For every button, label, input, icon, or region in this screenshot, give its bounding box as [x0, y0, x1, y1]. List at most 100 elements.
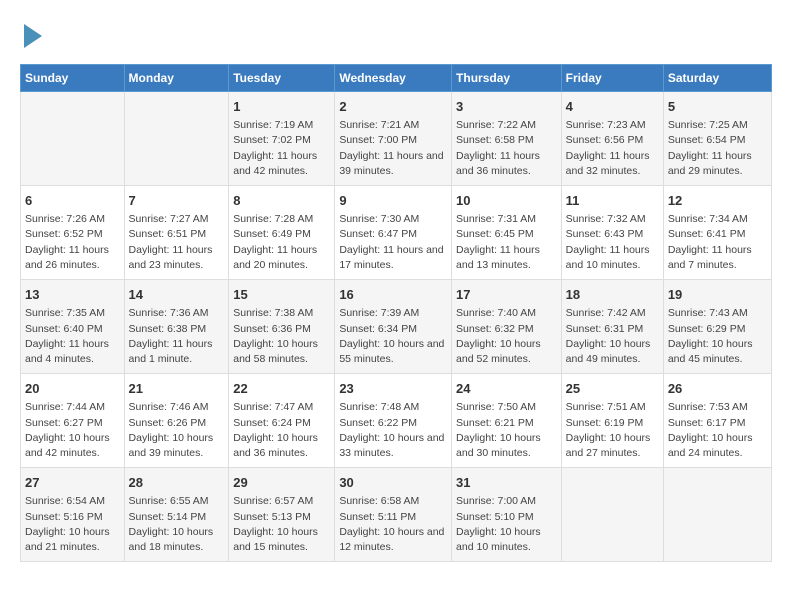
day-info: Sunrise: 7:23 AM Sunset: 6:56 PM Dayligh…	[566, 118, 659, 179]
calendar-cell: 6 Sunrise: 7:26 AM Sunset: 6:52 PM Daylig…	[21, 186, 125, 280]
calendar-cell: 24 Sunrise: 7:50 AM Sunset: 6:21 PM Dayli…	[452, 374, 562, 468]
day-number: 19	[668, 286, 767, 304]
calendar-week-row: 20 Sunrise: 7:44 AM Sunset: 6:27 PM Dayli…	[21, 374, 772, 468]
calendar-cell: 28 Sunrise: 6:55 AM Sunset: 5:14 PM Dayli…	[124, 468, 229, 562]
day-number: 24	[456, 380, 557, 398]
day-info: Sunrise: 7:35 AM Sunset: 6:40 PM Dayligh…	[25, 306, 120, 367]
day-info: Sunrise: 7:39 AM Sunset: 6:34 PM Dayligh…	[339, 306, 447, 367]
calendar-cell: 27Sunrise: 6:54 AM Sunset: 5:16 PM Dayli…	[21, 468, 125, 562]
day-info: Sunrise: 7:00 AM Sunset: 5:10 PM Dayligh…	[456, 494, 557, 555]
day-number: 31	[456, 474, 557, 492]
day-number: 28	[129, 474, 225, 492]
calendar-cell: 29 Sunrise: 6:57 AM Sunset: 5:13 PM Dayli…	[229, 468, 335, 562]
page-header	[20, 20, 772, 48]
calendar-cell	[21, 92, 125, 186]
day-info: Sunrise: 7:31 AM Sunset: 6:45 PM Dayligh…	[456, 212, 557, 273]
calendar-cell: 11 Sunrise: 7:32 AM Sunset: 6:43 PM Dayli…	[561, 186, 663, 280]
day-info: Sunrise: 7:44 AM Sunset: 6:27 PM Dayligh…	[25, 400, 120, 461]
day-number: 13	[25, 286, 120, 304]
day-info: Sunrise: 7:25 AM Sunset: 6:54 PM Dayligh…	[668, 118, 767, 179]
calendar-cell	[124, 92, 229, 186]
calendar-cell: 16 Sunrise: 7:39 AM Sunset: 6:34 PM Dayli…	[335, 280, 452, 374]
day-number: 16	[339, 286, 447, 304]
day-number: 8	[233, 192, 330, 210]
calendar-cell	[663, 468, 771, 562]
calendar-cell: 18Sunrise: 7:42 AM Sunset: 6:31 PM Dayli…	[561, 280, 663, 374]
day-info: Sunrise: 7:36 AM Sunset: 6:38 PM Dayligh…	[129, 306, 225, 367]
day-number: 4	[566, 98, 659, 116]
calendar-cell	[561, 468, 663, 562]
day-info: Sunrise: 7:43 AM Sunset: 6:29 PM Dayligh…	[668, 306, 767, 367]
column-header-monday: Monday	[124, 65, 229, 92]
calendar-week-row: 6 Sunrise: 7:26 AM Sunset: 6:52 PM Daylig…	[21, 186, 772, 280]
day-info: Sunrise: 7:47 AM Sunset: 6:24 PM Dayligh…	[233, 400, 330, 461]
day-number: 10	[456, 192, 557, 210]
day-number: 23	[339, 380, 447, 398]
calendar-cell: 19 Sunrise: 7:43 AM Sunset: 6:29 PM Dayli…	[663, 280, 771, 374]
day-info: Sunrise: 7:51 AM Sunset: 6:19 PM Dayligh…	[566, 400, 659, 461]
day-number: 26	[668, 380, 767, 398]
calendar-cell: 3 Sunrise: 7:22 AM Sunset: 6:58 PM Daylig…	[452, 92, 562, 186]
column-header-sunday: Sunday	[21, 65, 125, 92]
calendar-cell: 1 Sunrise: 7:19 AM Sunset: 7:02 PM Daylig…	[229, 92, 335, 186]
calendar-cell: 2 Sunrise: 7:21 AM Sunset: 7:00 PM Daylig…	[335, 92, 452, 186]
day-number: 29	[233, 474, 330, 492]
calendar-cell: 17Sunrise: 7:40 AM Sunset: 6:32 PM Dayli…	[452, 280, 562, 374]
day-number: 1	[233, 98, 330, 116]
day-info: Sunrise: 6:54 AM Sunset: 5:16 PM Dayligh…	[25, 494, 120, 555]
day-info: Sunrise: 7:34 AM Sunset: 6:41 PM Dayligh…	[668, 212, 767, 273]
day-info: Sunrise: 7:28 AM Sunset: 6:49 PM Dayligh…	[233, 212, 330, 273]
day-number: 30	[339, 474, 447, 492]
calendar-cell: 30 Sunrise: 6:58 AM Sunset: 5:11 PM Dayli…	[335, 468, 452, 562]
calendar-cell: 26 Sunrise: 7:53 AM Sunset: 6:17 PM Dayli…	[663, 374, 771, 468]
calendar-cell: 22 Sunrise: 7:47 AM Sunset: 6:24 PM Dayli…	[229, 374, 335, 468]
calendar-cell: 8 Sunrise: 7:28 AM Sunset: 6:49 PM Daylig…	[229, 186, 335, 280]
day-info: Sunrise: 6:58 AM Sunset: 5:11 PM Dayligh…	[339, 494, 447, 555]
day-info: Sunrise: 7:19 AM Sunset: 7:02 PM Dayligh…	[233, 118, 330, 179]
day-info: Sunrise: 7:32 AM Sunset: 6:43 PM Dayligh…	[566, 212, 659, 273]
day-info: Sunrise: 7:48 AM Sunset: 6:22 PM Dayligh…	[339, 400, 447, 461]
column-header-tuesday: Tuesday	[229, 65, 335, 92]
day-info: Sunrise: 7:27 AM Sunset: 6:51 PM Dayligh…	[129, 212, 225, 273]
day-number: 6	[25, 192, 120, 210]
day-number: 3	[456, 98, 557, 116]
day-number: 20	[25, 380, 120, 398]
day-info: Sunrise: 7:30 AM Sunset: 6:47 PM Dayligh…	[339, 212, 447, 273]
calendar-cell: 25 Sunrise: 7:51 AM Sunset: 6:19 PM Dayli…	[561, 374, 663, 468]
day-number: 22	[233, 380, 330, 398]
calendar-cell: 10 Sunrise: 7:31 AM Sunset: 6:45 PM Dayli…	[452, 186, 562, 280]
day-info: Sunrise: 7:21 AM Sunset: 7:00 PM Dayligh…	[339, 118, 447, 179]
logo-arrow-icon	[24, 24, 42, 48]
calendar-cell: 21Sunrise: 7:46 AM Sunset: 6:26 PM Dayli…	[124, 374, 229, 468]
day-number: 15	[233, 286, 330, 304]
day-number: 11	[566, 192, 659, 210]
day-info: Sunrise: 6:57 AM Sunset: 5:13 PM Dayligh…	[233, 494, 330, 555]
day-info: Sunrise: 7:53 AM Sunset: 6:17 PM Dayligh…	[668, 400, 767, 461]
calendar-cell: 14 Sunrise: 7:36 AM Sunset: 6:38 PM Dayli…	[124, 280, 229, 374]
day-info: Sunrise: 7:22 AM Sunset: 6:58 PM Dayligh…	[456, 118, 557, 179]
column-header-thursday: Thursday	[452, 65, 562, 92]
logo	[20, 20, 42, 48]
calendar-cell: 4 Sunrise: 7:23 AM Sunset: 6:56 PM Daylig…	[561, 92, 663, 186]
day-info: Sunrise: 7:50 AM Sunset: 6:21 PM Dayligh…	[456, 400, 557, 461]
calendar-cell: 5Sunrise: 7:25 AM Sunset: 6:54 PM Daylig…	[663, 92, 771, 186]
calendar-cell: 13 Sunrise: 7:35 AM Sunset: 6:40 PM Dayli…	[21, 280, 125, 374]
day-number: 2	[339, 98, 447, 116]
calendar-week-row: 1 Sunrise: 7:19 AM Sunset: 7:02 PM Daylig…	[21, 92, 772, 186]
day-info: Sunrise: 6:55 AM Sunset: 5:14 PM Dayligh…	[129, 494, 225, 555]
day-number: 14	[129, 286, 225, 304]
calendar-table: SundayMondayTuesdayWednesdayThursdayFrid…	[20, 64, 772, 562]
day-number: 21	[129, 380, 225, 398]
calendar-cell: 23 Sunrise: 7:48 AM Sunset: 6:22 PM Dayli…	[335, 374, 452, 468]
calendar-week-row: 27Sunrise: 6:54 AM Sunset: 5:16 PM Dayli…	[21, 468, 772, 562]
day-number: 18	[566, 286, 659, 304]
day-info: Sunrise: 7:38 AM Sunset: 6:36 PM Dayligh…	[233, 306, 330, 367]
calendar-cell: 31 Sunrise: 7:00 AM Sunset: 5:10 PM Dayli…	[452, 468, 562, 562]
calendar-cell: 20 Sunrise: 7:44 AM Sunset: 6:27 PM Dayli…	[21, 374, 125, 468]
day-info: Sunrise: 7:26 AM Sunset: 6:52 PM Dayligh…	[25, 212, 120, 273]
calendar-cell: 12 Sunrise: 7:34 AM Sunset: 6:41 PM Dayli…	[663, 186, 771, 280]
day-number: 9	[339, 192, 447, 210]
day-number: 25	[566, 380, 659, 398]
column-header-saturday: Saturday	[663, 65, 771, 92]
day-number: 12	[668, 192, 767, 210]
